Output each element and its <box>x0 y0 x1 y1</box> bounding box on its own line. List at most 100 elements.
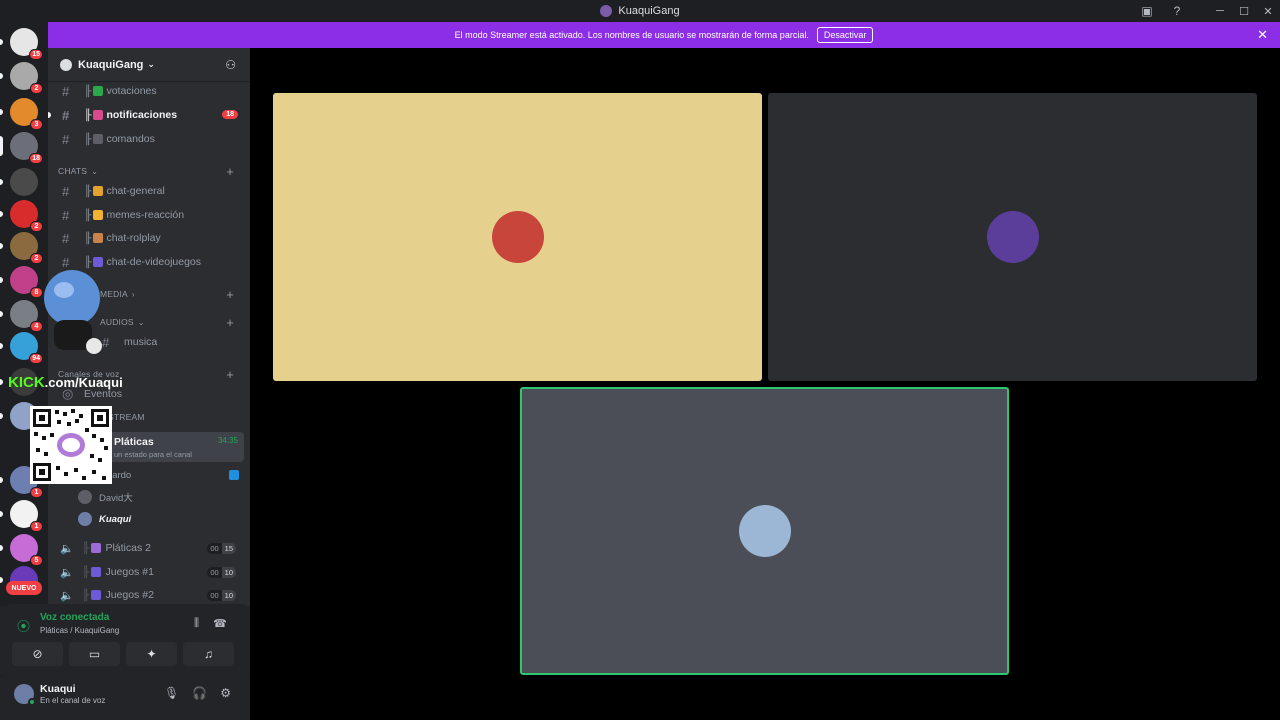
maximize-button[interactable]: ☐ <box>1232 0 1256 22</box>
disconnect-icon[interactable]: ☎ <box>213 617 227 630</box>
channel-prefix-glyph: ╟ <box>82 542 90 554</box>
disable-streamer-button[interactable]: Desactivar <box>816 27 874 43</box>
mention-badge: 2 <box>30 221 43 232</box>
voice-channel[interactable]: 🔈 ╟ Juegos #1 00 10 <box>56 562 244 582</box>
unread-pill <box>0 109 3 115</box>
channel-name: musica <box>124 336 158 348</box>
hash-icon: # <box>102 334 110 350</box>
close-icon[interactable]: ✕ <box>1257 27 1268 43</box>
camera-off-button[interactable]: ⊘ <box>12 642 63 666</box>
window-title: KuaquiGang <box>600 5 680 17</box>
mention-badge: 2 <box>30 83 43 94</box>
minimize-button[interactable]: ─ <box>1208 0 1232 22</box>
channel-prefix: ╟ <box>84 232 92 244</box>
speaker-icon: 🔈 <box>60 589 74 602</box>
add-channel-icon[interactable]: + <box>226 367 234 382</box>
channel-chat-rolplay[interactable]: # ╟ chat-rolplay <box>56 227 244 249</box>
screen-share-indicator-icon <box>229 470 239 480</box>
user-status: En el canal de voz <box>40 696 106 705</box>
add-channel-icon[interactable]: + <box>226 315 234 330</box>
server-icon[interactable]: 8 <box>10 266 43 298</box>
category-audios-label: AUDIOS <box>100 317 134 327</box>
participant-tile[interactable] <box>273 93 762 381</box>
voice-channel-name: Pláticas 2 <box>105 542 151 554</box>
screen-share-button[interactable]: ▭ <box>69 642 120 666</box>
hash-icon: # <box>62 131 70 147</box>
noise-suppression-icon[interactable]: ⫼ <box>194 617 199 630</box>
hash-icon: # <box>62 230 70 246</box>
activities-button[interactable]: ✦ <box>126 642 177 666</box>
channel-notificaciones[interactable]: # ╟ notificaciones 18 <box>56 104 244 126</box>
add-channel-icon[interactable]: + <box>226 287 234 302</box>
server-icon[interactable]: 94 <box>10 332 43 364</box>
close-window-button[interactable]: ✕ <box>1256 0 1280 22</box>
mention-badge: 2 <box>30 253 43 264</box>
voice-user[interactable]: Kuaqui <box>78 509 131 529</box>
banner-message: El modo Streamer está activado. Los nomb… <box>454 30 809 40</box>
add-member-icon[interactable]: ⚇ <box>225 58 236 72</box>
chevron-down-icon: ⌄ <box>147 59 155 69</box>
category-chats[interactable]: CHATS ⌄ + <box>58 163 238 179</box>
channel-status-hint[interactable]: un estado para el canal <box>114 450 192 459</box>
unread-pill <box>0 73 3 79</box>
gear-icon[interactable]: ⚙ <box>220 686 231 700</box>
server-icon[interactable]: 15 <box>10 28 43 60</box>
voice-connected-status[interactable]: Voz conectada <box>40 612 109 623</box>
server-icon[interactable]: 4 <box>10 300 43 332</box>
channel-prefix: ╟ <box>84 209 92 221</box>
participant-tile[interactable] <box>768 93 1257 381</box>
participant-tile-speaking[interactable] <box>520 387 1009 675</box>
kick-url-overlay: KICK.com/Kuaqui <box>8 374 123 391</box>
channel-name: votaciones <box>106 85 157 97</box>
server-icon[interactable] <box>10 168 38 196</box>
server-icon[interactable]: 18 <box>10 132 43 164</box>
avatar <box>78 512 92 526</box>
unread-pill <box>0 39 3 45</box>
server-icon[interactable]: 3 <box>10 98 43 130</box>
inbox-icon[interactable]: ▣ <box>1132 0 1162 22</box>
user-count: 00 <box>207 567 222 578</box>
unread-pill <box>0 577 3 583</box>
user-limit: 10 <box>221 590 236 601</box>
mention-badge: 1 <box>30 521 43 532</box>
channel-prefix: ╟ <box>84 256 92 268</box>
new-badge: NUEVO <box>6 581 42 595</box>
server-icon[interactable]: 5 <box>10 534 43 566</box>
server-icon[interactable]: 2 <box>10 200 43 232</box>
signal-icon[interactable]: ⦿ <box>17 616 30 635</box>
channel-comandos[interactable]: # ╟ comandos <box>56 128 244 150</box>
channel-name: chat-rolplay <box>106 232 161 244</box>
hash-icon: # <box>62 207 70 223</box>
unread-pill <box>0 413 3 419</box>
voice-timer: 34:35 <box>217 436 238 445</box>
mention-badge: 94 <box>29 353 43 364</box>
channel-chat-general[interactable]: # ╟ chat-general <box>56 180 244 202</box>
channel-name: comandos <box>106 133 155 145</box>
avatar <box>78 490 92 504</box>
voice-user[interactable]: David大 <box>78 487 133 507</box>
help-icon[interactable]: ? <box>1162 0 1192 22</box>
kick-logo-text: KICK <box>8 374 45 391</box>
user-name[interactable]: Kuaqui <box>40 683 76 695</box>
voice-stage <box>250 48 1280 720</box>
channel-emoji-icon <box>93 134 104 144</box>
unread-pill <box>0 311 3 317</box>
voice-channel[interactable]: 🔈 ╟ Juegos #2 00 10 <box>56 585 244 605</box>
headphones-icon[interactable]: 🎧 <box>192 686 207 700</box>
server-icon[interactable]: 2 <box>10 62 43 94</box>
unread-pill <box>0 511 3 517</box>
microphone-icon[interactable]: 🎙 <box>164 686 179 700</box>
voice-location[interactable]: Pláticas / KuaquiGang <box>40 626 119 635</box>
server-header[interactable]: KuaquiGang ⌄ ⚇ <box>48 48 250 82</box>
server-icon[interactable]: 1 <box>10 500 43 532</box>
channel-emoji-icon <box>91 590 102 600</box>
channel-votaciones[interactable]: # ╟ votaciones <box>56 80 244 102</box>
user-count: 00 <box>207 590 222 601</box>
server-icon[interactable]: 2 <box>10 232 43 264</box>
title-bar: KuaquiGang ▣ ? ─ ☐ ✕ <box>0 0 1280 22</box>
add-channel-icon[interactable]: + <box>226 164 234 179</box>
channel-memes-reacción[interactable]: # ╟ memes-reacción <box>56 204 244 226</box>
soundboard-button[interactable]: ♫ <box>183 642 234 666</box>
channel-emoji-icon <box>93 186 104 196</box>
voice-channel[interactable]: 🔈 ╟ Pláticas 2 00 15 <box>56 538 244 558</box>
